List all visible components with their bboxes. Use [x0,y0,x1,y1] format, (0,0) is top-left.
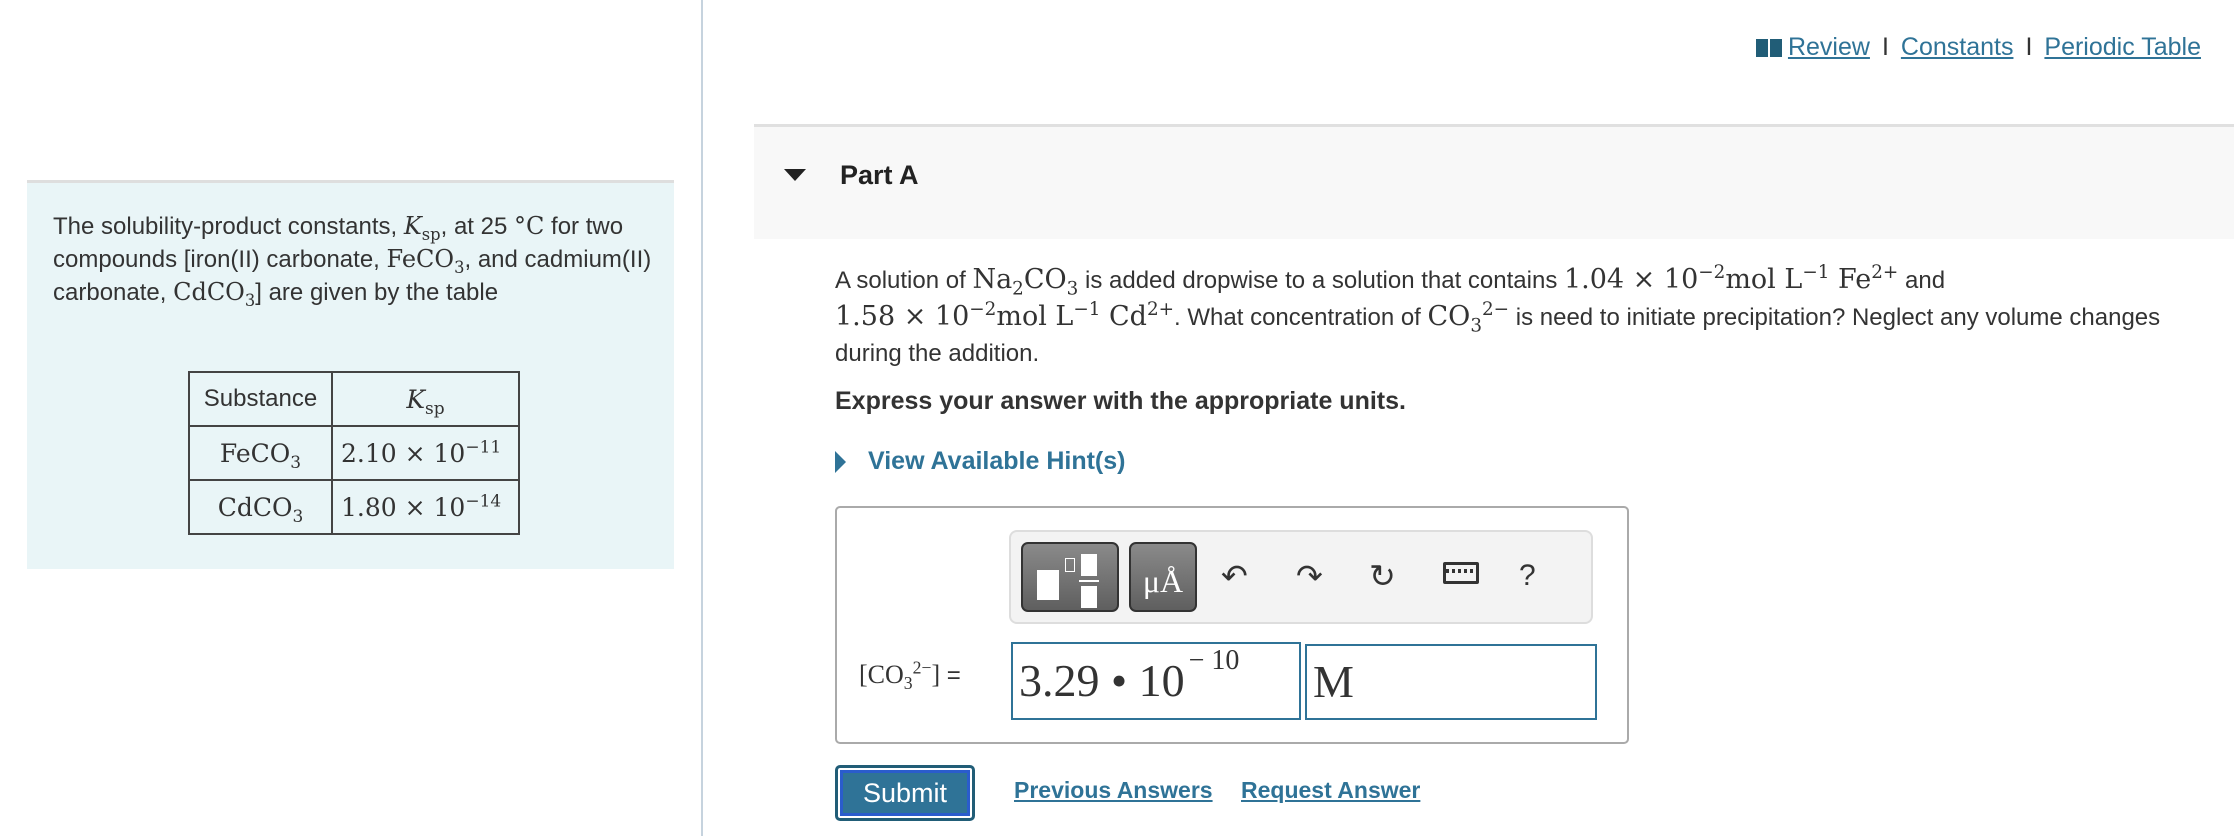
question-text: A solution of Na2CO3 is added dropwise t… [835,262,2161,367]
previous-answers-link[interactable]: Previous Answers [1014,777,1213,804]
text: ] are given by the table [255,279,499,306]
constants-link[interactable]: Constants [1901,33,2014,62]
help-icon[interactable]: ? [1519,556,1536,596]
header-substance: Substance [188,371,333,427]
ksp-value-cell: 1.80 × 10−14 [331,479,520,535]
request-answer-link[interactable]: Request Answer [1241,777,1420,804]
table-header-row: Substance Ksp [188,371,520,427]
top-links: Review I Constants I Periodic Table [1755,33,2201,62]
table-row: FeCO3 2.10 × 10−11 [188,425,520,481]
template-box-icon [1037,570,1059,600]
fraction-bottom-icon [1081,586,1097,608]
answer-box: μÅ ↶ ↷ ↻ ? [CO32−] = 3.29 • 10− 10 M [835,506,1629,744]
reset-icon[interactable]: ↻ [1369,556,1396,596]
book-icon [1755,38,1782,57]
expand-caret-icon [835,450,846,473]
cdco3-formula: CdCO3 [173,278,256,310]
fraction-top-icon [1081,554,1097,576]
panel-divider [701,0,703,836]
redo-icon[interactable]: ↷ [1296,556,1323,596]
answer-units-input[interactable]: M [1305,644,1597,720]
templates-button[interactable] [1021,542,1119,612]
collapse-caret-icon[interactable] [784,169,806,181]
degree-celsius: °C [514,212,545,240]
review-link[interactable]: Review [1788,33,1870,62]
separator: I [2025,33,2033,61]
part-title: Part A [840,160,919,190]
text: The solubility-product constants, [53,213,404,240]
instruction-text: Express your answer with the appropriate… [835,387,1406,415]
header-ksp: Ksp [331,371,520,427]
ksp-symbol: Ksp [403,212,441,244]
submit-button[interactable]: Submit [835,765,975,821]
answer-label: [CO32−] = [859,657,961,694]
separator: I [1881,33,1889,61]
answer-value-input[interactable]: 3.29 • 10− 10 [1011,642,1301,720]
substance-cell: CdCO3 [188,479,333,535]
units-button[interactable]: μÅ [1129,542,1197,612]
text: , at 25 [440,213,514,240]
fraction-bar-icon [1079,580,1099,582]
math-toolbar: μÅ ↶ ↷ ↻ ? [1009,530,1593,624]
feco3-formula: FeCO3 [386,245,465,277]
part-a-header[interactable]: Part A [754,124,2234,239]
template-box-icon [1065,558,1075,572]
undo-icon[interactable]: ↶ [1221,556,1248,596]
ksp-table: Substance Ksp FeCO3 2.10 × 10−11 CdCO3 1… [188,371,520,535]
substance-cell: FeCO3 [188,425,333,481]
info-panel: The solubility-product constants, Ksp, a… [27,180,674,569]
keyboard-icon[interactable] [1443,562,1479,584]
intro-text: The solubility-product constants, Ksp, a… [53,210,653,309]
periodic-table-link[interactable]: Periodic Table [2044,33,2201,62]
ksp-value-cell: 2.10 × 10−11 [331,425,520,481]
table-row: CdCO3 1.80 × 10−14 [188,479,520,535]
hints-label[interactable]: View Available Hint(s) [868,447,1125,476]
view-hints-toggle[interactable]: View Available Hint(s) [835,447,1125,476]
